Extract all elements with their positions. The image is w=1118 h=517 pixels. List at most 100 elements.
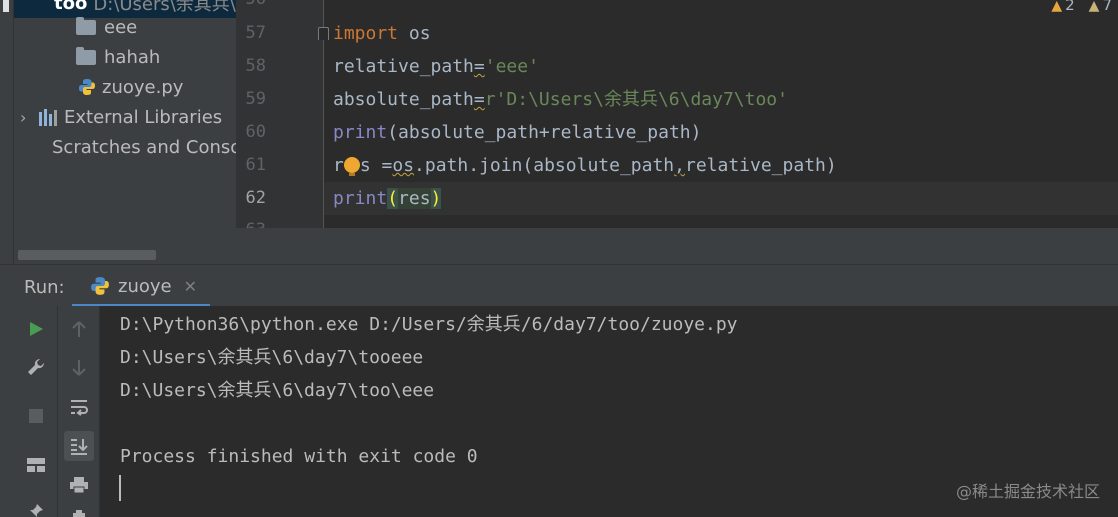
builtin-print: print <box>333 122 388 143</box>
inspection-widget[interactable]: ▲ 2 ▲ 7 <box>1051 0 1118 14</box>
left-tool-strip <box>0 0 14 264</box>
arrow-down-icon <box>72 360 86 376</box>
close-tab-icon[interactable]: ✕ <box>184 277 197 296</box>
code-text: (absolute_path+relative_path) <box>387 122 702 143</box>
line-number: 56 <box>236 0 266 16</box>
line-number: 58 <box>245 56 266 76</box>
code-line-57[interactable]: import os <box>333 17 431 50</box>
line-number: 61 <box>245 155 266 175</box>
code-line-62[interactable]: print(res) <box>324 182 1118 215</box>
code-line-58[interactable]: relative_path='eee' <box>333 50 539 83</box>
code-text: absolute_path <box>333 89 474 110</box>
arrow-up-icon <box>72 321 86 337</box>
scroll-to-end-button[interactable] <box>64 431 94 461</box>
printer-icon <box>70 477 88 494</box>
code-text: r <box>333 155 344 176</box>
keyword-import: import <box>333 23 399 44</box>
weak-warnings-count[interactable]: ▲ 7 <box>1089 0 1112 14</box>
console-line: D:\Users\余其兵\6\day7\too\eee <box>120 380 435 401</box>
library-icon <box>38 108 58 126</box>
code-text: s = <box>359 155 393 176</box>
watermark: @稀土掘金技术社区 <box>955 482 1100 501</box>
tree-item-label: hahah <box>104 46 161 68</box>
stop-icon <box>29 409 43 423</box>
tree-item-eee[interactable]: eee <box>14 12 236 42</box>
run-tool-header: Run: zuoye ✕ <box>0 264 1118 307</box>
line-number: 63 <box>236 214 266 228</box>
warnings-count[interactable]: ▲ 2 <box>1051 0 1074 14</box>
line-gutter: 56 57 58 59 60 61 62 63 <box>236 0 324 228</box>
code-line-60[interactable]: print(absolute_path+relative_path) <box>333 116 701 149</box>
wrench-icon <box>28 358 45 375</box>
soft-wrap-icon <box>71 400 88 416</box>
code-text: os <box>398 23 431 44</box>
soft-wrap-button[interactable] <box>64 392 94 422</box>
console-caret <box>119 475 121 501</box>
console-line: D:\Python36\python.exe D:/Users/余其兵/6/da… <box>120 314 738 335</box>
run-tab-label: zuoye <box>118 275 172 297</box>
tree-item-label: External Libraries <box>64 106 223 128</box>
console-line: Process finished with exit code 0 <box>120 446 478 467</box>
weak-warning-icon: ▲ <box>1088 0 1100 14</box>
editor-bottom-bar <box>236 228 1118 264</box>
matched-brace: ) <box>430 188 442 209</box>
run-toolbar-primary <box>14 306 58 517</box>
restore-layout-button[interactable] <box>21 450 51 480</box>
code-text: , <box>674 155 685 176</box>
code-line-59[interactable]: absolute_path=r'D:\Users\余其兵\6\day7\too' <box>333 83 788 116</box>
fold-marker-icon[interactable] <box>318 27 329 40</box>
run-tab-zuoye[interactable]: zuoye ✕ <box>72 265 210 307</box>
code-text: = <box>473 89 485 110</box>
print-button[interactable] <box>64 470 94 500</box>
project-panel: too D:\Users\余其兵\6 eee hahah zuoye.py › … <box>0 0 236 264</box>
code-line-61[interactable]: r s =os.path.join(absolute_path,relative_… <box>333 149 837 182</box>
line-number: 62 <box>245 188 266 208</box>
trash-icon <box>73 510 85 517</box>
code-editor[interactable]: 56 57 58 59 60 61 62 63 import os relati… <box>236 0 1118 228</box>
code-text: relative_path <box>333 56 474 77</box>
tool-strip-mark <box>3 0 9 12</box>
stop-button[interactable] <box>21 401 51 431</box>
console-line: D:\Users\余其兵\6\day7\tooeee <box>120 347 424 368</box>
run-console[interactable]: D:\Python36\python.exe D:/Users/余其兵/6/da… <box>100 306 1118 517</box>
layout-icon <box>27 458 45 472</box>
pin-tab-button[interactable] <box>21 496 51 517</box>
tree-item-label: Scratches and Consoles <box>52 136 236 158</box>
folder-icon <box>76 46 96 65</box>
project-horizontal-scrollbar[interactable] <box>18 250 156 260</box>
line-number: 57 <box>245 23 266 43</box>
line-number: 59 <box>245 89 266 109</box>
edit-configuration-button[interactable] <box>21 352 51 382</box>
scroll-to-end-icon <box>71 439 88 455</box>
warnings-count-label: 2 <box>1065 0 1075 14</box>
run-toolbar-secondary <box>58 306 100 517</box>
weak-warnings-count-label: 7 <box>1102 0 1112 14</box>
tree-item-zuoye-py[interactable]: zuoye.py <box>14 72 236 102</box>
line-number: 60 <box>245 122 266 142</box>
chevron-right-icon[interactable]: › <box>20 108 32 127</box>
tree-item-hahah[interactable]: hahah <box>14 42 236 72</box>
python-run-icon <box>91 277 109 295</box>
scroll-up-button[interactable] <box>64 314 94 344</box>
code-text: res <box>398 188 431 209</box>
python-file-icon <box>79 79 95 95</box>
string-literal: r'D:\Users\余其兵\6\day7\too' <box>484 89 788 110</box>
code-text: relative_path) <box>684 155 837 176</box>
code-text: os <box>392 155 415 176</box>
warning-icon: ▲ <box>1051 0 1063 14</box>
rerun-button[interactable] <box>21 314 51 344</box>
builtin-print: print <box>333 188 388 209</box>
lightbulb-icon[interactable] <box>343 157 360 176</box>
clear-all-button[interactable] <box>64 502 94 517</box>
code-text: .path.join(absolute_path <box>414 155 675 176</box>
tree-item-external-libraries[interactable]: › External Libraries <box>14 102 236 132</box>
tree-item-scratches[interactable]: Scratches and Consoles <box>14 132 236 162</box>
string-literal: 'eee' <box>484 56 539 77</box>
folder-icon <box>76 16 96 35</box>
run-title: Run: <box>24 277 65 298</box>
pin-icon <box>30 504 43 517</box>
code-text: = <box>473 56 485 77</box>
tree-item-label: zuoye.py <box>102 76 184 98</box>
play-icon <box>30 322 43 336</box>
scroll-down-button[interactable] <box>64 353 94 383</box>
